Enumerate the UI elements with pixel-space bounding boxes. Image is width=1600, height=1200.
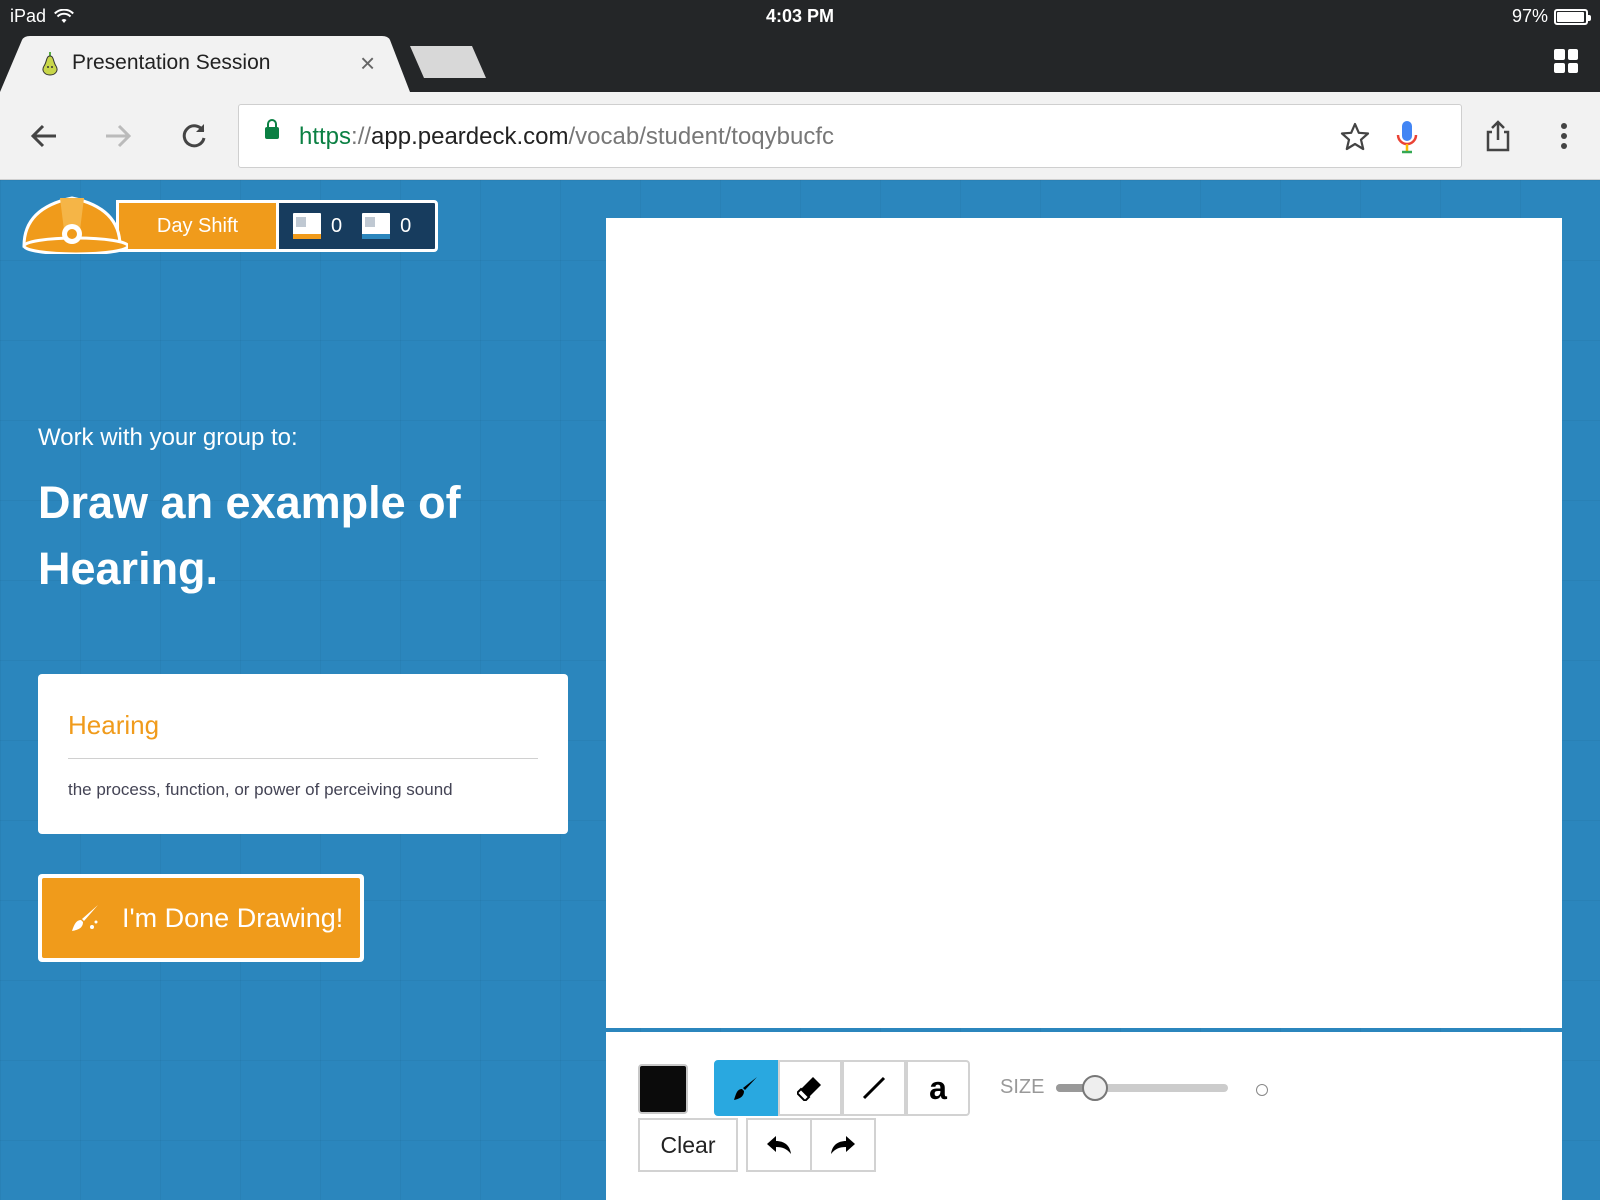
redo-button[interactable] [810, 1118, 876, 1172]
clear-button[interactable]: Clear [638, 1118, 738, 1172]
orange-card-icon [293, 213, 321, 239]
peardeck-page: Day Shift 0 0 Work with your group to: D… [0, 180, 1600, 1200]
browser-toolbar: https://app.peardeck.com/vocab/student/t… [0, 92, 1600, 180]
drawing-canvas[interactable] [606, 218, 1562, 1028]
card-divider [68, 758, 538, 759]
score-orange: 0 [331, 214, 343, 237]
microphone-icon[interactable] [1395, 119, 1419, 155]
status-time: 4:03 PM [765, 6, 835, 26]
lock-icon [265, 119, 279, 139]
prompt-intro: Work with your group to: [38, 424, 298, 451]
vocab-term: Hearing [68, 710, 160, 740]
done-drawing-inner[interactable]: I'm Done Drawing! [42, 878, 360, 958]
done-drawing-label: I'm Done Drawing! [122, 902, 344, 933]
tab-content[interactable]: Presentation Session [40, 50, 270, 76]
undo-icon [767, 1136, 791, 1154]
ios-status-bar: iPad 4:03 PM 97% [0, 0, 1600, 32]
line-tool[interactable] [842, 1060, 906, 1116]
hard-hat-icon [22, 196, 128, 254]
drawing-toolbar: a SIZE Clear [606, 1032, 1562, 1200]
share-button[interactable] [1474, 112, 1522, 160]
text-tool-glyph: a [929, 1069, 947, 1106]
battery-icon [1554, 8, 1591, 25]
undo-button[interactable] [746, 1118, 812, 1172]
menu-button[interactable] [1540, 112, 1588, 160]
share-icon [1486, 120, 1510, 152]
arrow-left-icon [30, 124, 56, 148]
reload-icon [182, 124, 206, 148]
tab-title: Presentation Session [72, 51, 271, 74]
paintbrush-icon [72, 905, 98, 931]
size-slider[interactable] [1056, 1075, 1228, 1101]
forward-button[interactable] [94, 112, 142, 160]
star-icon[interactable] [1339, 121, 1371, 153]
text-tool[interactable]: a [906, 1060, 970, 1116]
tab-strip: Presentation Session × [0, 32, 1600, 92]
new-tab-button[interactable] [410, 46, 486, 78]
redo-icon [831, 1136, 855, 1154]
eraser-tool[interactable] [778, 1060, 842, 1116]
line-icon [862, 1076, 886, 1100]
tab-close-icon[interactable]: × [360, 48, 375, 79]
color-swatch[interactable] [638, 1064, 688, 1114]
brush-icon [734, 1077, 757, 1100]
vocab-card: Hearing the process, function, or power … [38, 674, 568, 834]
eraser-icon [797, 1077, 821, 1101]
done-drawing-button[interactable]: I'm Done Drawing! [38, 874, 364, 962]
pear-icon [42, 52, 58, 76]
back-button[interactable] [20, 112, 68, 160]
arrow-right-icon [106, 124, 132, 148]
score-blue: 0 [400, 214, 412, 237]
more-vert-icon [1561, 123, 1567, 149]
size-label: SIZE [1000, 1076, 1045, 1098]
url-text: https://app.peardeck.com/vocab/student/t… [299, 123, 834, 150]
battery-percent: 97% [1511, 6, 1548, 26]
size-slider-knob[interactable] [1082, 1075, 1108, 1101]
reload-button[interactable] [170, 112, 218, 160]
shift-label: Day Shift [116, 200, 276, 252]
address-bar[interactable]: https://app.peardeck.com/vocab/student/t… [238, 104, 1462, 168]
prompt-title: Draw an example of Hearing. [38, 477, 461, 594]
brush-tool[interactable] [714, 1060, 778, 1116]
blue-card-icon [362, 213, 391, 239]
status-right: 97% [1511, 6, 1591, 27]
size-preview-dot [1256, 1084, 1268, 1096]
score-panel: 0 0 [276, 200, 438, 252]
tab-switcher-icon[interactable] [1554, 49, 1578, 73]
vocab-definition: the process, function, or power of perce… [68, 780, 453, 799]
